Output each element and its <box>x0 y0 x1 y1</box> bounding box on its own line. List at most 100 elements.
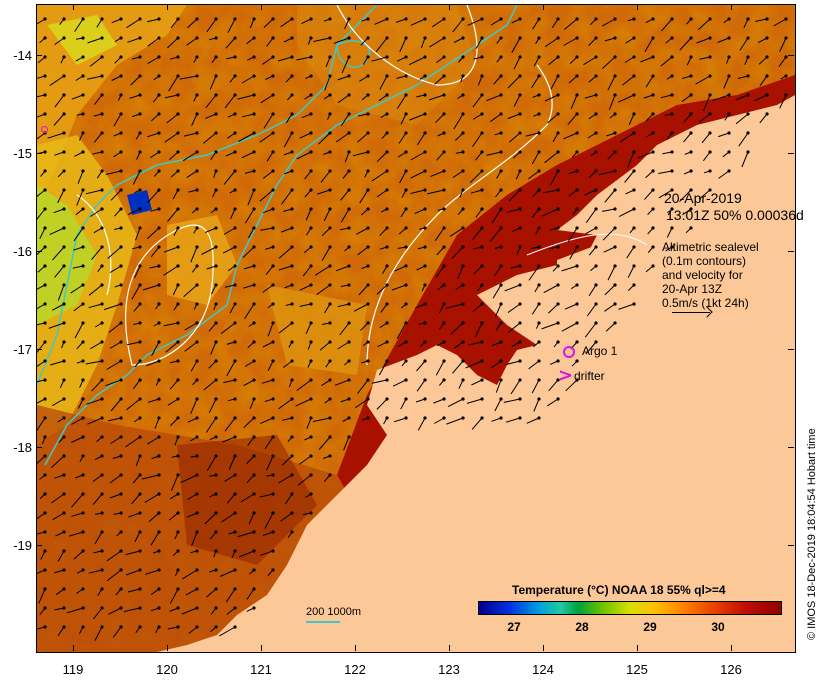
velocity-vector-origin <box>176 264 180 268</box>
lon-label: 126 <box>720 662 742 677</box>
velocity-vector-origin <box>784 36 788 40</box>
velocity-vector-origin <box>328 435 332 439</box>
velocity-vector-origin <box>347 55 351 59</box>
velocity-vector-origin <box>100 549 104 553</box>
velocity-scale-arrow <box>672 312 710 313</box>
velocity-vector-origin <box>195 93 199 97</box>
velocity-vector-origin <box>81 55 85 59</box>
velocity-vector-origin <box>214 188 218 192</box>
velocity-vector-origin <box>233 549 237 553</box>
bathymetry-scale-line <box>306 621 340 623</box>
x-tick <box>355 645 356 651</box>
velocity-vector-origin <box>290 264 294 268</box>
velocity-vector-origin <box>537 283 541 287</box>
velocity-vector-origin <box>423 416 427 420</box>
velocity-vector-origin <box>385 17 389 21</box>
velocity-vector-origin <box>176 397 180 401</box>
date-label: 20-Apr-2019 <box>664 190 742 206</box>
velocity-vector-origin <box>176 530 180 534</box>
velocity-vector-origin <box>138 55 142 59</box>
velocity-vector-origin <box>423 397 427 401</box>
velocity-vector-origin <box>328 93 332 97</box>
velocity-vector-origin <box>43 93 47 97</box>
velocity-vector-origin <box>43 473 47 477</box>
velocity-vector-origin <box>632 264 636 268</box>
velocity-vector-origin <box>62 150 66 154</box>
y-tick <box>36 251 42 252</box>
velocity-vector-origin <box>480 93 484 97</box>
velocity-vector-origin <box>613 207 617 211</box>
velocity-vector-origin <box>290 17 294 21</box>
velocity-vector-origin <box>556 283 560 287</box>
velocity-vector-origin <box>138 587 142 591</box>
velocity-vector-origin <box>43 568 47 572</box>
velocity-vector-origin <box>290 112 294 116</box>
argo-float-marker[interactable] <box>563 346 575 358</box>
velocity-vector-origin <box>309 359 313 363</box>
velocity-vector-origin <box>556 169 560 173</box>
lon-label: 125 <box>626 662 648 677</box>
velocity-vector-origin <box>404 17 408 21</box>
velocity-vector-origin <box>404 207 408 211</box>
velocity-vector-origin <box>195 17 199 21</box>
velocity-vector-origin <box>195 492 199 496</box>
velocity-vector-origin <box>347 93 351 97</box>
velocity-vector-origin <box>575 207 579 211</box>
velocity-vector-origin <box>176 321 180 325</box>
velocity-vector-origin <box>252 74 256 78</box>
velocity-vector-origin <box>442 264 446 268</box>
velocity-vector-origin <box>309 378 313 382</box>
velocity-vector-origin <box>366 131 370 135</box>
argo-float-marker[interactable] <box>41 126 48 133</box>
velocity-vector-origin <box>176 36 180 40</box>
velocity-vector-origin <box>100 435 104 439</box>
velocity-vector-origin <box>290 283 294 287</box>
velocity-vector-origin <box>328 131 332 135</box>
velocity-vector-origin <box>366 245 370 249</box>
velocity-vector-origin <box>537 264 541 268</box>
velocity-vector-origin <box>176 549 180 553</box>
velocity-vector-origin <box>385 226 389 230</box>
velocity-vector-origin <box>385 112 389 116</box>
velocity-vector-origin <box>575 150 579 154</box>
velocity-vector-origin <box>347 283 351 287</box>
velocity-vector-origin <box>195 416 199 420</box>
temperature-colorbar <box>478 601 782 615</box>
velocity-vector-origin <box>81 321 85 325</box>
velocity-vector-origin <box>499 245 503 249</box>
velocity-vector-origin <box>290 169 294 173</box>
velocity-vector-origin <box>613 55 617 59</box>
velocity-vector-origin <box>81 473 85 477</box>
velocity-vector-origin <box>499 55 503 59</box>
velocity-vector-origin <box>81 378 85 382</box>
velocity-vector-origin <box>366 150 370 154</box>
velocity-vector-origin <box>176 17 180 21</box>
velocity-vector-origin <box>746 93 750 97</box>
velocity-vector-origin <box>518 245 522 249</box>
velocity-vector-origin <box>290 359 294 363</box>
velocity-vector-origin <box>328 454 332 458</box>
velocity-vector-origin <box>119 150 123 154</box>
velocity-vector-origin <box>651 188 655 192</box>
velocity-vector-origin <box>195 606 199 610</box>
velocity-vector-origin <box>43 188 47 192</box>
velocity-vector-origin <box>461 207 465 211</box>
velocity-vector-origin <box>119 606 123 610</box>
velocity-vector-origin <box>575 55 579 59</box>
velocity-vector-origin <box>157 549 161 553</box>
velocity-vector-origin <box>290 302 294 306</box>
velocity-vector-origin <box>366 169 370 173</box>
velocity-vector-origin <box>518 226 522 230</box>
velocity-vector-origin <box>62 625 66 629</box>
velocity-vector-origin <box>423 131 427 135</box>
velocity-vector-origin <box>100 283 104 287</box>
velocity-vector-origin <box>537 378 541 382</box>
velocity-vector-origin <box>62 55 66 59</box>
sst-map[interactable] <box>36 4 796 653</box>
velocity-vector-origin <box>176 587 180 591</box>
x-tick-top <box>73 4 74 10</box>
velocity-vector-origin <box>404 150 408 154</box>
velocity-vector-origin <box>290 397 294 401</box>
velocity-vector-origin <box>537 112 541 116</box>
velocity-vector-origin <box>157 568 161 572</box>
